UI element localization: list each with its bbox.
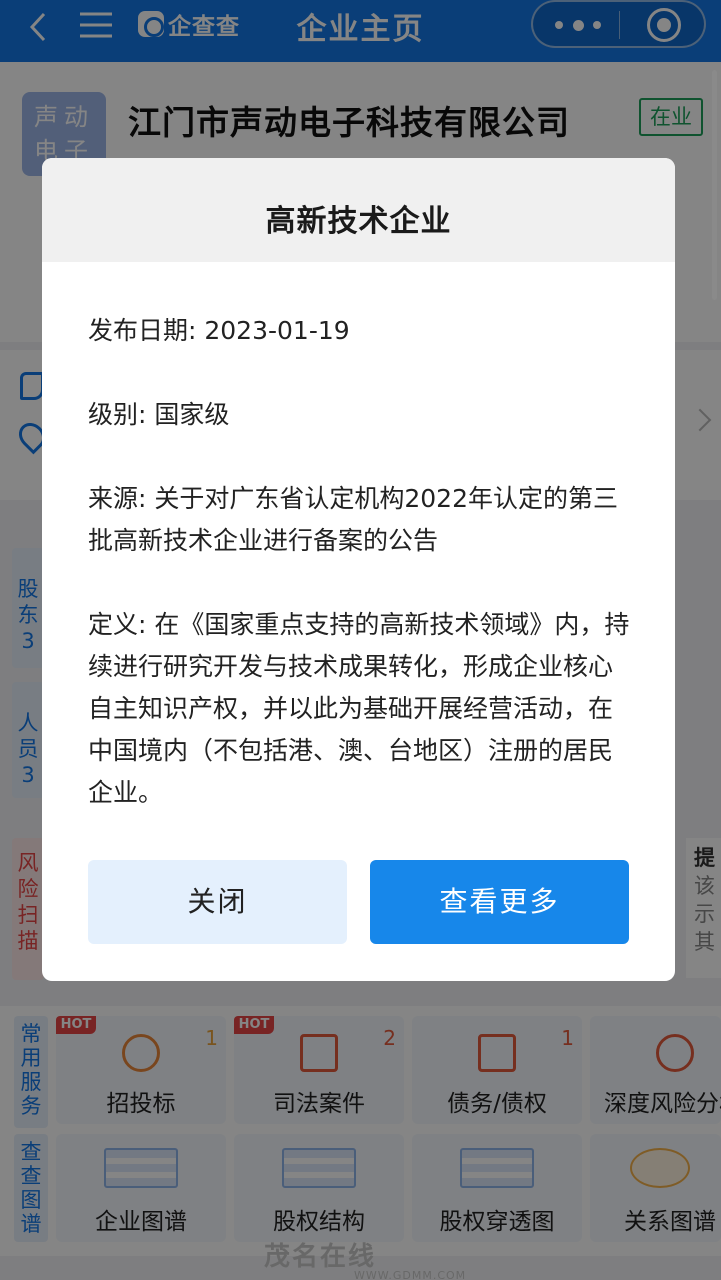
level: 级别: 国家级 <box>88 400 230 429</box>
definition: 定义: 在《国家重点支持的高新技术领域》内，持续进行研究开发与技术成果转化，形成… <box>88 610 630 807</box>
high-tech-enterprise-dialog: 高新技术企业 发布日期: 2023-01-19 级别: 国家级 来源: 关于对广… <box>42 158 675 981</box>
dialog-header: 高新技术企业 <box>42 158 675 262</box>
source: 来源: 关于对广东省认定机构2022年认定的第三批高新技术企业进行备案的公告 <box>88 484 618 555</box>
scrollbar[interactable] <box>712 70 717 300</box>
publish-date: 发布日期: 2023-01-19 <box>88 316 350 345</box>
view-more-button[interactable]: 查看更多 <box>370 860 629 944</box>
dialog-title: 高新技术企业 <box>265 204 452 239</box>
dialog-body: 发布日期: 2023-01-19 级别: 国家级 来源: 关于对广东省认定机构2… <box>88 310 633 814</box>
close-button[interactable]: 关闭 <box>88 860 347 944</box>
